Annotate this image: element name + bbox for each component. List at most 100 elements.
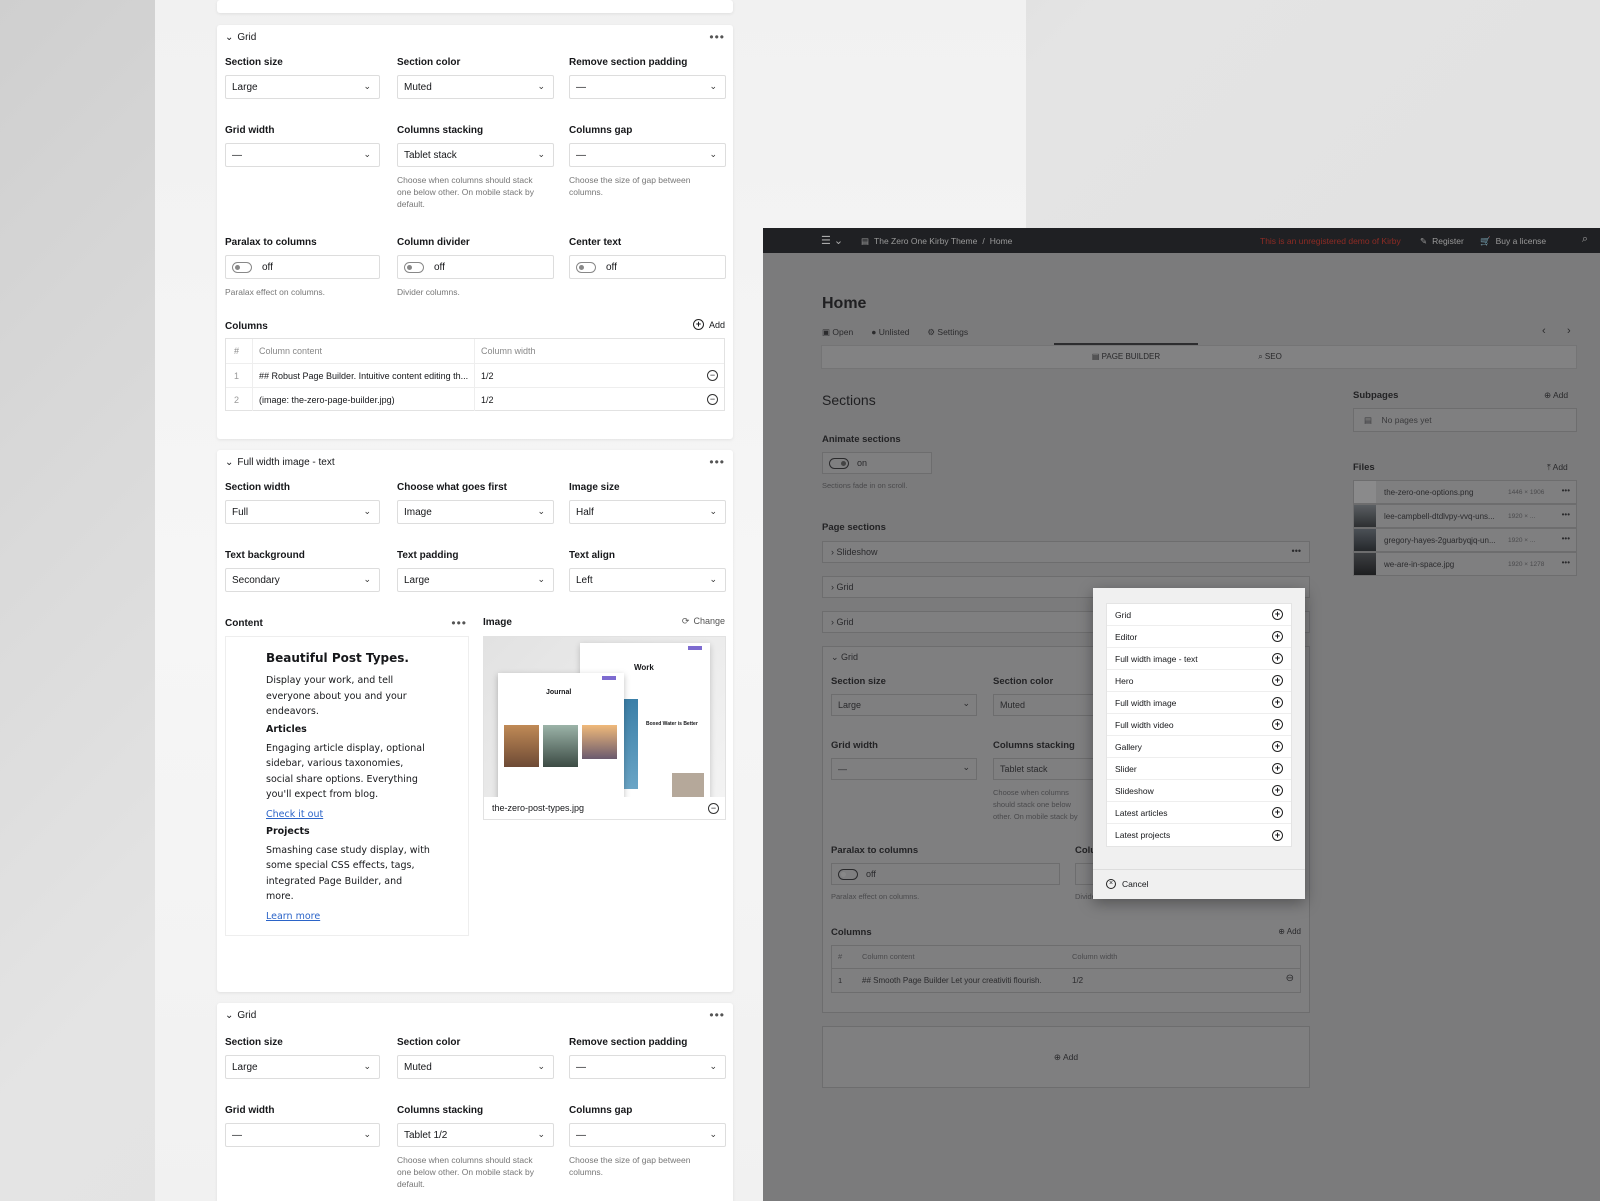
section-color-select[interactable]: Muted ⌄ — [397, 75, 554, 99]
field-label: Section size — [225, 1037, 283, 1048]
columns-stacking-select[interactable]: Tablet 1/2 ⌄ — [397, 1123, 554, 1147]
tab-page-builder[interactable]: ▤ PAGE BUILDER — [1054, 343, 1198, 369]
section-size-select[interactable]: Large ⌄ — [225, 75, 380, 99]
subpages-label: Subpages — [1353, 390, 1399, 401]
status-button[interactable]: ● Unlisted — [871, 327, 909, 338]
section-header[interactable]: ⌄ Grid — [225, 1010, 256, 1021]
cancel-button[interactable]: × Cancel — [1106, 879, 1148, 889]
check-it-out-link[interactable]: Check it out — [266, 809, 468, 820]
animate-toggle[interactable]: on — [822, 452, 932, 474]
goes-first-select[interactable]: Image ⌄ — [397, 500, 554, 524]
register-button[interactable]: ✎ Register — [1420, 236, 1464, 247]
grid-width-select[interactable]: — ⌄ — [831, 758, 977, 780]
columns-stacking-select[interactable]: Tablet stack ⌄ — [397, 143, 554, 167]
subpages-empty: ▤ No pages yet — [1353, 408, 1577, 432]
breadcrumb-page[interactable]: Home — [990, 236, 1013, 247]
dialog-option-slider[interactable]: Slider + — [1107, 758, 1291, 780]
dialog-option-latest-articles[interactable]: Latest articles + — [1107, 802, 1291, 824]
add-subpage-button[interactable]: ⊕ Add — [1544, 390, 1568, 401]
section-header[interactable]: ⌄ Grid — [831, 652, 858, 663]
section-size-select[interactable]: Large ⌄ — [831, 694, 977, 716]
column-divider-toggle[interactable] — [1075, 863, 1095, 885]
file-item[interactable]: the-zero-one-options.png 1446 × 1906 ••• — [1353, 480, 1577, 504]
chevron-down-icon: ⌄ — [537, 1129, 545, 1139]
image-card[interactable]: Work Boxed Water is Better Journal the-z… — [483, 636, 726, 820]
remove-image-icon[interactable]: − — [708, 803, 719, 814]
thumb-button — [688, 646, 702, 650]
section-width-select[interactable]: Full ⌄ — [225, 500, 380, 524]
prev-page-icon[interactable]: ‹ — [1542, 325, 1546, 337]
dialog-option-editor[interactable]: Editor + — [1107, 626, 1291, 648]
table-row[interactable]: 1 ## Smooth Page Builder Let your creati… — [832, 968, 1300, 992]
chevron-down-icon: ⌄ — [709, 506, 717, 516]
columns-stacking-select[interactable]: Tablet stack — [993, 758, 1103, 780]
dialog-option-slideshow[interactable]: Slideshow + — [1107, 780, 1291, 802]
table-row[interactable]: 2 (image: the-zero-page-builder.jpg) 1/2… — [226, 387, 724, 411]
breadcrumb-site[interactable]: The Zero One Kirby Theme — [874, 236, 977, 247]
field-help: Choose the size of gap between columns. — [569, 1155, 691, 1177]
add-section-button[interactable]: ⊕ Add — [822, 1026, 1310, 1088]
text-padding-select[interactable]: Large ⌄ — [397, 568, 554, 592]
content-label: Content — [225, 618, 263, 629]
tab-seo[interactable]: ⌕ SEO — [1198, 346, 1342, 368]
search-icon[interactable]: ⌕ — [1582, 233, 1588, 246]
section-size-select[interactable]: Large ⌄ — [225, 1055, 380, 1079]
section-block-slideshow[interactable]: › Slideshow ••• — [822, 541, 1310, 563]
grid-section-card: ⌄ Grid ••• Section size Large ⌄ Section co… — [217, 25, 733, 439]
file-item[interactable]: we-are-in-space.jpg 1920 × 1278 ••• — [1353, 552, 1577, 576]
open-button[interactable]: ▣ Open — [822, 327, 853, 338]
chevron-down-icon: ⌄ — [363, 506, 371, 516]
columns-gap-select[interactable]: — ⌄ — [569, 1123, 726, 1147]
grid-width-select[interactable]: — ⌄ — [225, 1123, 380, 1147]
center-text-toggle[interactable]: off — [569, 255, 726, 279]
dialog-option-latest-projects[interactable]: Latest projects + — [1107, 824, 1291, 846]
table-header: Column content — [862, 952, 915, 961]
grid-width-select[interactable]: — ⌄ — [225, 143, 380, 167]
file-item[interactable]: lee-campbell-dtdlvpy-vvq-uns... 1920 × ..… — [1353, 504, 1577, 528]
rich-text-editor[interactable]: Beautiful Post Types. Display your work,… — [225, 636, 469, 936]
next-page-icon[interactable]: › — [1567, 325, 1571, 337]
more-options-icon[interactable]: ••• — [709, 455, 725, 469]
add-icon: + — [1272, 741, 1283, 752]
paralax-toggle[interactable]: off — [831, 863, 1060, 885]
more-options-icon[interactable]: ••• — [709, 1008, 725, 1022]
dialog-option-full-width-image[interactable]: Full width image + — [1107, 692, 1291, 714]
learn-more-link[interactable]: Learn more — [266, 911, 468, 922]
table-row[interactable]: 1 ## Robust Page Builder. Intuitive cont… — [226, 363, 724, 387]
remove-row-icon[interactable]: − — [707, 370, 718, 381]
dialog-option-grid[interactable]: Grid + — [1107, 604, 1291, 626]
columns-gap-select[interactable]: — ⌄ — [569, 143, 726, 167]
section-header[interactable]: ⌄ Full width image - text — [225, 457, 335, 468]
dialog-option-gallery[interactable]: Gallery + — [1107, 736, 1291, 758]
paralax-toggle[interactable]: off — [225, 255, 380, 279]
content-options-icon[interactable]: ••• — [451, 616, 467, 630]
settings-button[interactable]: ⚙ Settings — [927, 327, 968, 338]
add-column-button[interactable]: ⊕ Add — [1278, 927, 1301, 936]
field-label: Columns stacking — [397, 1105, 484, 1116]
unregistered-notice[interactable]: This is an unregistered demo of Kirby — [1260, 236, 1401, 246]
add-column-button[interactable]: + Add — [692, 319, 725, 330]
remove-padding-select[interactable]: — ⌄ — [569, 75, 726, 99]
field-label: Section color — [993, 676, 1054, 687]
thumb-page-journal: Journal — [498, 673, 624, 797]
change-image-button[interactable]: ⟳ Change — [682, 616, 725, 627]
dialog-option-hero[interactable]: Hero + — [1107, 670, 1291, 692]
text-background-select[interactable]: Secondary ⌄ — [225, 568, 380, 592]
section-color-select[interactable]: Muted — [993, 694, 1103, 716]
remove-padding-select[interactable]: — ⌄ — [569, 1055, 726, 1079]
dialog-option-full-width-video[interactable]: Full width video + — [1107, 714, 1291, 736]
add-icon: + — [692, 319, 704, 330]
upload-file-button[interactable]: ⤒ Add — [1547, 462, 1568, 473]
more-options-icon[interactable]: ••• — [709, 30, 725, 44]
section-color-select[interactable]: Muted ⌄ — [397, 1055, 554, 1079]
file-item[interactable]: gregory-hayes-2guarbyqjq-un... 1920 × ...… — [1353, 528, 1577, 552]
remove-row-icon[interactable]: − — [707, 394, 718, 405]
section-header[interactable]: ⌄ Grid — [225, 32, 256, 43]
text-align-select[interactable]: Left ⌄ — [569, 568, 726, 592]
menu-icon[interactable]: ☰ ⌄ — [821, 234, 843, 247]
field-label: Remove section padding — [569, 57, 688, 68]
column-divider-toggle[interactable]: off — [397, 255, 554, 279]
buy-license-button[interactable]: 🛒 Buy a license — [1480, 236, 1546, 247]
dialog-option-full-width-image-text[interactable]: Full width image - text + — [1107, 648, 1291, 670]
image-size-select[interactable]: Half ⌄ — [569, 500, 726, 524]
